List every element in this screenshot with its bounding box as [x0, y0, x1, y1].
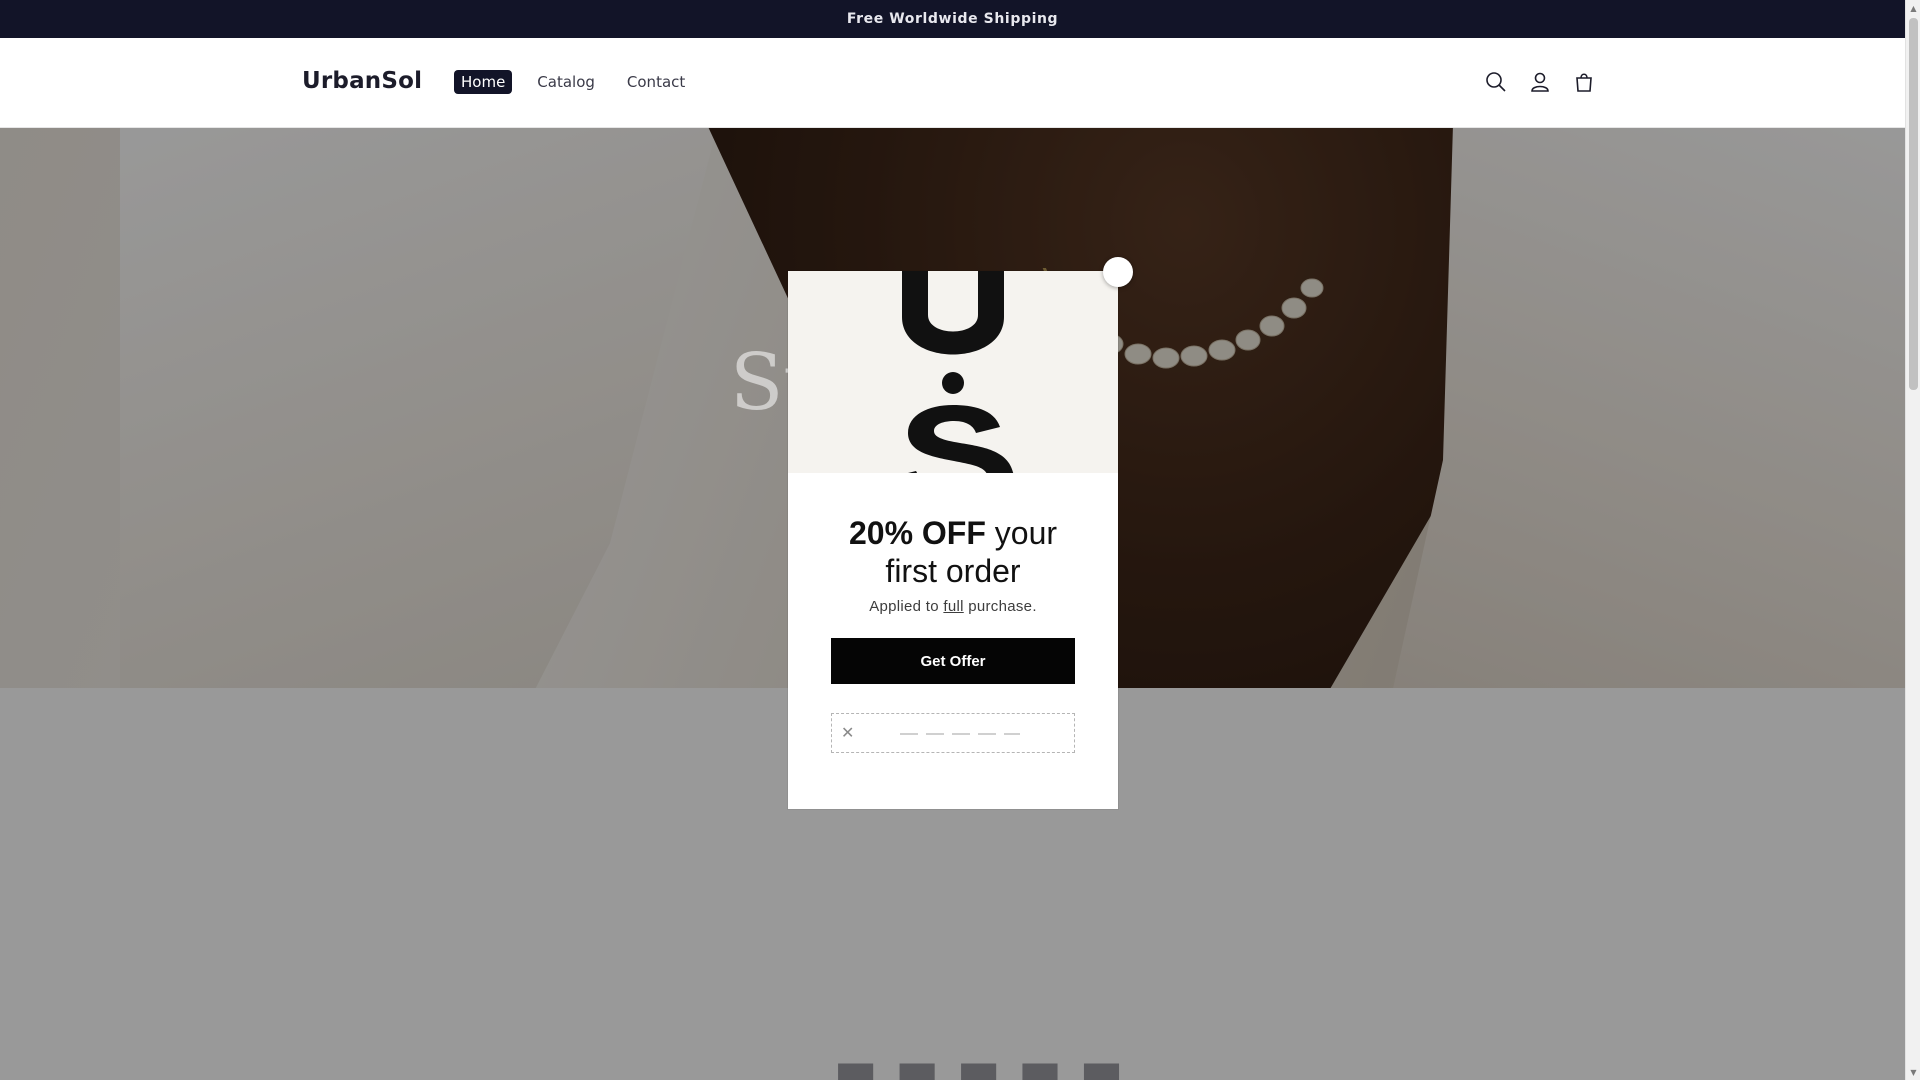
main-nav: Home Catalog Contact	[454, 70, 710, 94]
decline-placeholder	[900, 733, 1020, 735]
popup-brand-image	[788, 271, 1118, 473]
close-icon: x	[1118, 272, 1119, 273]
account-icon[interactable]	[1527, 69, 1553, 95]
subtext-prefix: Applied to	[869, 598, 944, 615]
decline-button[interactable]: ✕	[831, 713, 1075, 753]
scrollbar-thumb[interactable]	[1909, 18, 1918, 390]
popup-subtext: Applied to full purchase.	[788, 598, 1118, 615]
page-scrollbar[interactable]: ▲ ▼	[1905, 0, 1920, 1080]
headline-first-order: first order	[885, 553, 1021, 589]
subtext-suffix: purchase.	[963, 598, 1037, 615]
discount-popup: 20% OFF your first order Applied to full…	[788, 271, 1118, 809]
popup-headline: 20% OFF your first order	[788, 514, 1118, 590]
nav-contact[interactable]: Contact	[620, 70, 692, 94]
headline-your: your	[985, 515, 1058, 551]
headline-discount: 20% OFF	[848, 515, 986, 551]
cart-icon[interactable]	[1571, 69, 1597, 95]
popup-close-button[interactable]: x	[1103, 257, 1133, 287]
store-logo[interactable]: UrbanSol	[302, 68, 422, 94]
scroll-up-icon[interactable]: ▲	[1909, 3, 1918, 13]
scroll-down-icon[interactable]: ▼	[1909, 1067, 1918, 1077]
subtext-link-full[interactable]: full	[943, 598, 963, 615]
nav-catalog[interactable]: Catalog	[530, 70, 602, 94]
section-heading-partial: ■ ■ ■ ■ ■	[834, 1050, 1125, 1080]
search-icon[interactable]	[1483, 69, 1509, 95]
announcement-text: Free Worldwide Shipping	[846, 11, 1059, 27]
get-offer-button[interactable]: Get Offer	[831, 638, 1075, 684]
site-header: UrbanSol Home Catalog Contact	[0, 38, 1905, 128]
brand-monogram-logo	[902, 271, 1014, 473]
nav-home[interactable]: Home	[454, 70, 513, 94]
dismiss-x-icon[interactable]: ✕	[841, 723, 854, 743]
announcement-bar: Free Worldwide Shipping	[0, 0, 1905, 38]
